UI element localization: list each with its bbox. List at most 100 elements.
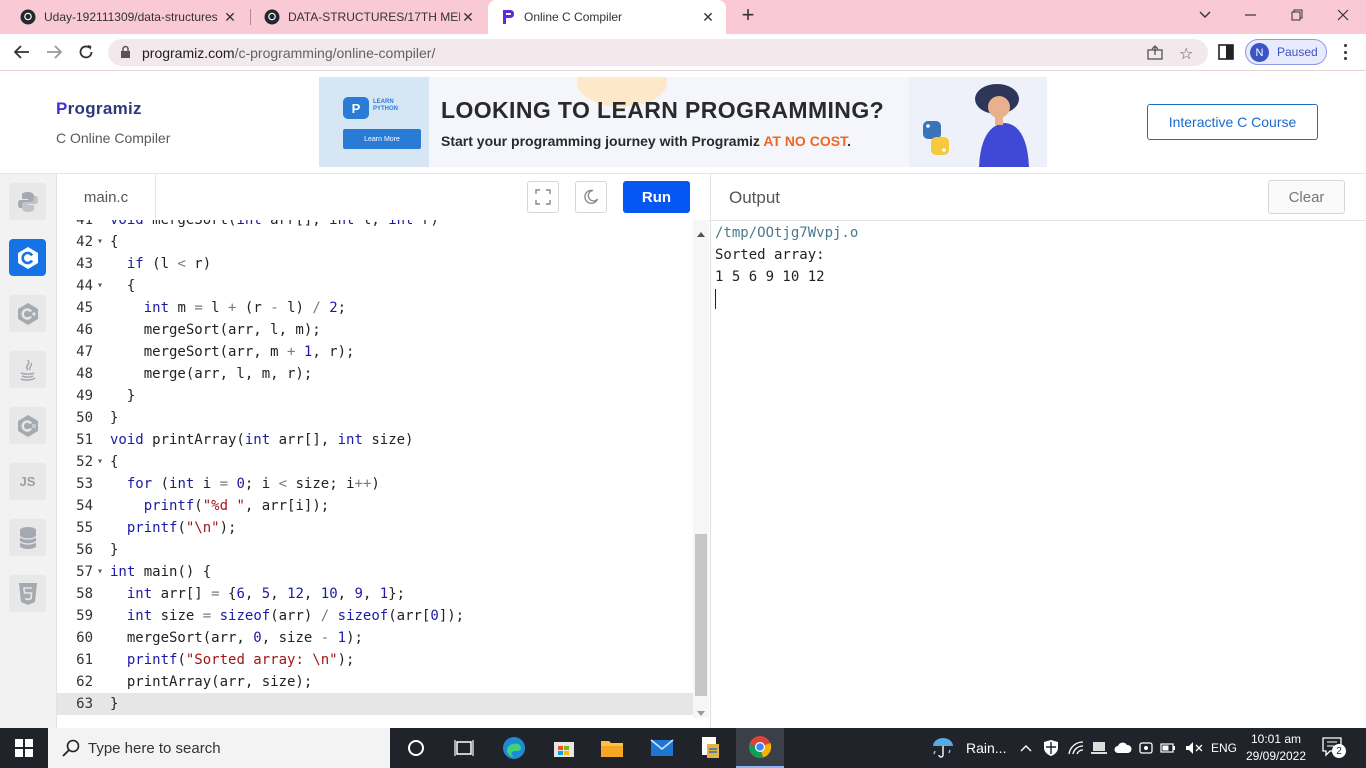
forward-icon[interactable] [40, 34, 68, 70]
taskbar-clock[interactable]: 10:01 am 29/09/2022 [1244, 731, 1308, 765]
code-line[interactable]: 47 mergeSort(arr, m + 1, r); [57, 341, 693, 363]
code-line[interactable]: 54 printf("%d ", arr[i]); [57, 495, 693, 517]
code-line[interactable]: 52 ▾{ [57, 451, 693, 473]
editor-scrollbar[interactable] [693, 220, 709, 718]
javascript-language-icon[interactable]: JS [9, 463, 46, 500]
cpp-language-icon[interactable] [9, 295, 46, 332]
chrome-icon[interactable] [736, 728, 784, 768]
reload-icon[interactable] [72, 34, 100, 70]
code-line[interactable]: 45 int m = l + (r - l) / 2; [57, 297, 693, 319]
csharp-language-icon[interactable] [9, 407, 46, 444]
code-line[interactable]: 41 void mergeSort(int arr[], int l, int r… [57, 220, 693, 231]
code-line[interactable]: 61 printf("Sorted array: \n"); [57, 649, 693, 671]
input-line[interactable] [715, 288, 1355, 310]
scroll-up-arrow-icon[interactable] [697, 224, 705, 242]
battery-icon[interactable] [1160, 728, 1176, 768]
code-line[interactable]: 56} [57, 539, 693, 561]
file-tab-main-c[interactable]: main.c [57, 174, 156, 220]
show-hidden-icons-icon[interactable] [1020, 728, 1032, 768]
documents-app-icon[interactable] [686, 728, 734, 768]
onedrive-cloud-icon[interactable] [1114, 728, 1132, 768]
browser-tab-2[interactable]: DATA-STRUCTURES/17TH MERGE ✕ [252, 0, 486, 34]
code-line[interactable]: 43 if (l < r) [57, 253, 693, 275]
python-language-icon[interactable] [9, 183, 46, 220]
browser-menu-icon[interactable] [1338, 42, 1352, 62]
minimize-icon[interactable] [1228, 0, 1274, 30]
meet-now-icon[interactable] [1139, 728, 1153, 768]
code-line[interactable]: 55 printf("\n"); [57, 517, 693, 539]
browser-tab-1[interactable]: Uday-192111309/data-structures ✕ [8, 0, 248, 34]
code-text: printf("\n"); [126, 520, 237, 536]
code-line[interactable]: 48 merge(arr, l, m, r); [57, 363, 693, 385]
security-shield-icon[interactable] [1043, 728, 1059, 768]
fullscreen-icon[interactable] [527, 181, 559, 213]
clear-button[interactable]: Clear [1268, 180, 1345, 214]
fold-toggle-icon[interactable]: ▾ [94, 451, 106, 473]
ad-banner[interactable]: P LEARN PYTHON Learn More LOOKING TO LEAR… [319, 77, 1047, 167]
code-line[interactable]: 63} [57, 693, 693, 715]
c-language-icon[interactable] [9, 239, 46, 276]
scrollbar-thumb[interactable] [695, 534, 707, 696]
windows-taskbar: Type here to search Rain... ENG 10:01 am… [0, 728, 1366, 768]
side-panel-icon[interactable] [1218, 44, 1234, 65]
weather-widget[interactable]: Rain... [930, 728, 1006, 768]
scroll-down-arrow-icon[interactable] [697, 704, 705, 722]
code-line[interactable]: 62 printArray(arr, size); [57, 671, 693, 693]
line-number: 51 [76, 432, 93, 448]
close-window-icon[interactable] [1320, 0, 1366, 30]
pane-divider[interactable] [710, 174, 711, 728]
share-icon[interactable] [1147, 45, 1163, 65]
volume-muted-icon[interactable] [1185, 728, 1203, 768]
fold-toggle-icon[interactable]: ▾ [94, 231, 106, 253]
edge-browser-icon[interactable] [490, 728, 538, 768]
output-console[interactable]: /tmp/OOtjg7Wvpj.o Sorted array: 1 5 6 9 … [715, 222, 1355, 722]
address-bar[interactable]: programiz.com/c-programming/online-compi… [108, 39, 1208, 66]
taskbar-search-box[interactable]: Type here to search [48, 728, 390, 768]
code-line[interactable]: 60 mergeSort(arr, 0, size - 1); [57, 627, 693, 649]
fold-toggle-icon[interactable]: ▾ [94, 561, 106, 583]
code-line[interactable]: 50} [57, 407, 693, 429]
new-tab-icon[interactable]: + [726, 0, 770, 30]
java-language-icon[interactable] [9, 351, 46, 388]
mail-icon[interactable] [638, 728, 686, 768]
output-header: Output Clear [711, 174, 1366, 221]
notifications-button[interactable]: 2 [1322, 728, 1346, 768]
code-line[interactable]: 49 } [57, 385, 693, 407]
code-line[interactable]: 46 mergeSort(arr, l, m); [57, 319, 693, 341]
device-icon[interactable] [1091, 728, 1107, 768]
code-line[interactable]: 58 int arr[] = {6, 5, 12, 10, 9, 1}; [57, 583, 693, 605]
code-line[interactable]: 59 int size = sizeof(arr) / sizeof(arr[0… [57, 605, 693, 627]
bookmark-star-icon[interactable]: ☆ [1179, 44, 1193, 64]
code-editor[interactable]: 41 void mergeSort(int arr[], int l, int r… [57, 220, 693, 718]
task-view-icon[interactable] [440, 728, 488, 768]
code-line[interactable]: 57 ▾ int main() { [57, 561, 693, 583]
banner-sub-end: . [847, 133, 851, 149]
code-line[interactable]: 42 ▾{ [57, 231, 693, 253]
microsoft-store-icon[interactable] [540, 728, 588, 768]
programiz-logo[interactable]: Programiz [56, 99, 142, 119]
run-button[interactable]: Run [623, 181, 690, 213]
sql-database-icon[interactable] [9, 519, 46, 556]
close-tab-icon[interactable]: ✕ [460, 9, 476, 26]
html5-icon[interactable] [9, 575, 46, 612]
network-icon[interactable] [1068, 728, 1084, 768]
cortana-icon[interactable] [392, 728, 440, 768]
code-line[interactable]: 51 void printArray(int arr[], int size) [57, 429, 693, 451]
learn-more-button[interactable]: Learn More [343, 129, 421, 149]
code-line[interactable]: 53 for (int i = 0; i < size; i++) [57, 473, 693, 495]
dark-mode-moon-icon[interactable] [575, 181, 607, 213]
file-explorer-icon[interactable] [588, 728, 636, 768]
restore-icon[interactable] [1274, 0, 1320, 30]
fold-toggle-icon[interactable]: ▾ [94, 275, 106, 297]
code-line[interactable]: 44 ▾ { [57, 275, 693, 297]
browser-tab-3-active[interactable]: Online C Compiler ✕ [488, 0, 726, 34]
close-tab-icon[interactable]: ✕ [700, 9, 716, 26]
tab-search-icon[interactable] [1182, 0, 1228, 30]
windows-start-icon[interactable] [0, 728, 48, 768]
back-icon[interactable] [8, 34, 36, 70]
input-language-indicator[interactable]: ENG [1211, 728, 1237, 768]
close-tab-icon[interactable]: ✕ [222, 9, 238, 26]
profile-button[interactable]: N Paused [1245, 39, 1327, 65]
interactive-c-course-button[interactable]: Interactive C Course [1147, 104, 1318, 140]
lock-icon[interactable] [120, 45, 131, 64]
